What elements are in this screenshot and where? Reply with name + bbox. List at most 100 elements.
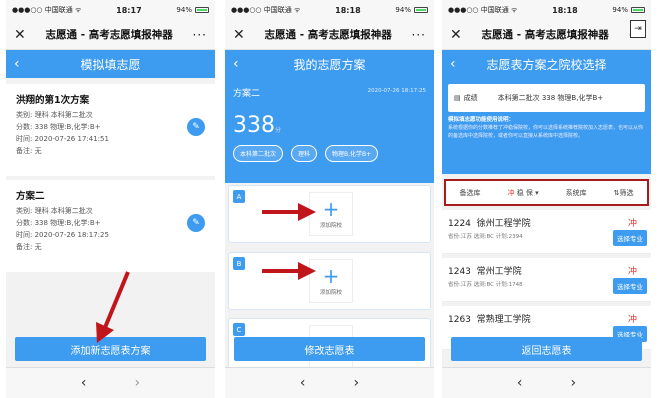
chevron-down-icon: ▾: [535, 188, 539, 197]
scheme-summary: 方案二 2020-07-26 18:17:25 338分 本科第二批次 理科 物…: [225, 78, 434, 183]
risk-filter[interactable]: 冲 稳 保 ▾: [507, 188, 538, 198]
app-title: 志愿通 - 高考志愿填报神器: [264, 29, 392, 41]
usage-note: 模拟填志愿功能使用说明： 系统根据你的分数推荐了冲稳保院校，你可以选择系统推荐院…: [448, 116, 645, 140]
filter-bar: 备选库 冲 稳 保 ▾ 系统库 ⇅筛选: [444, 179, 649, 206]
more-icon[interactable]: ···: [193, 28, 207, 42]
school-name: 1243 常州工学院: [448, 267, 522, 277]
phone-screen-plans: ●●●○○ 中国联通 ᯤ 18:17 94% ✕ 志愿通 - 高考志愿填报神器 …: [6, 0, 215, 398]
school-item: 1224 徐州工程学院 省份:江苏 选测:BC 计划:2394 冲 选择专业: [442, 210, 651, 254]
scheme-date: 2020-07-26 18:17:25: [367, 88, 426, 94]
risk-badge: 冲: [627, 315, 637, 325]
plan-card[interactable]: 方案二 类别: 理科 本科第二批次 分数: 338 物理:B,化学:B+ 时间:…: [6, 180, 215, 272]
back-icon[interactable]: ‹: [450, 56, 456, 72]
return-volunteer-table-button[interactable]: 返回志愿表: [451, 337, 642, 361]
add-plan-button[interactable]: 添加新志愿表方案: [15, 337, 206, 361]
close-icon[interactable]: ✕: [233, 27, 245, 43]
add-school-button[interactable]: + 添加院校: [309, 192, 353, 236]
browser-nav: ‹ ›: [225, 367, 434, 398]
batch-chip: 本科第二批次: [233, 145, 284, 162]
nav-forward-icon[interactable]: ›: [354, 375, 360, 391]
battery-percent: 94%: [395, 6, 411, 14]
note-text: 系统根据你的分数推荐了冲稳保院校，你可以选择系统推荐院校加入志愿表，也可以从你的…: [448, 125, 644, 139]
status-bar: ●●●○○ 中国联通 ᯤ 18:18 94%: [225, 0, 434, 20]
edit-volunteer-table-button[interactable]: 修改志愿表: [234, 337, 425, 361]
plus-icon: +: [322, 264, 340, 288]
subject-chip: 理科: [291, 145, 318, 162]
school-name: 1263 常熟理工学院: [448, 315, 531, 325]
select-major-button[interactable]: 选择专业: [613, 278, 647, 294]
page-title: 志愿表方案之院校选择: [486, 57, 607, 72]
nav-forward-icon[interactable]: ›: [135, 375, 141, 391]
battery-percent: 94%: [176, 6, 192, 14]
slot-tag: A: [233, 190, 245, 203]
add-school-button[interactable]: + 添加院校: [309, 259, 353, 303]
carrier-label: ●●●○○ 中国联通 ᯤ: [448, 6, 518, 14]
score-panel: ▤ 成绩 本科第二批次 338 物理B,化学B+ 模拟填志愿功能使用说明： 系统…: [442, 78, 651, 174]
add-school-label: 添加院校: [319, 290, 342, 296]
plan-time: 时间: 2020-07-26 17:41:51: [16, 135, 109, 143]
page-title: 模拟填志愿: [80, 57, 141, 72]
exit-icon[interactable]: ⇥: [630, 20, 646, 38]
page-title: 我的志愿方案: [293, 57, 366, 72]
select-major-button[interactable]: 选择专业: [613, 230, 647, 246]
page-header: ‹ 我的志愿方案: [225, 50, 434, 78]
doc-icon: ▤: [454, 94, 461, 102]
back-icon[interactable]: ‹: [233, 56, 239, 72]
volunteer-slot-b: B + 添加院校: [228, 252, 431, 310]
plan-note: 备注: 无: [16, 147, 42, 155]
phone-screen-school-select: ●●●○○ 中国联通 ᯤ 18:18 94% ✕ 志愿通 - 高考志愿填报神器 …: [442, 0, 651, 398]
plan-score: 分数: 338 物理:B,化学:B+: [16, 123, 101, 131]
browser-nav: ‹ ›: [442, 367, 651, 398]
close-icon[interactable]: ✕: [14, 27, 26, 43]
nav-back-icon[interactable]: ‹: [300, 375, 306, 391]
system-pool-tab[interactable]: 系统库: [566, 188, 587, 198]
risk-badge: 冲: [627, 267, 637, 277]
battery-icon: [413, 7, 428, 13]
scheme-score: 338分: [233, 113, 282, 138]
edit-icon[interactable]: ✎: [187, 214, 205, 232]
grades-chip: 物理B,化学B+: [325, 145, 379, 162]
nav-forward-icon[interactable]: ›: [571, 375, 577, 391]
status-bar: ●●●○○ 中国联通 ᯤ 18:17 94%: [6, 0, 215, 20]
carrier-label: ●●●○○ 中国联通 ᯤ: [12, 6, 82, 14]
nav-back-icon[interactable]: ‹: [81, 375, 87, 391]
page-header: ‹ 模拟填志愿: [6, 50, 215, 78]
note-title: 模拟填志愿功能使用说明：: [448, 117, 515, 123]
app-title: 志愿通 - 高考志愿填报神器: [45, 29, 173, 41]
plan-card[interactable]: 洪翔的第1次方案 类别: 理科 本科第二批次 分数: 338 物理:B,化学:B…: [6, 84, 215, 176]
plan-score: 分数: 338 物理:B,化学:B+: [16, 219, 101, 227]
score-label: 成绩: [463, 94, 478, 102]
more-icon[interactable]: ···: [412, 28, 426, 42]
add-school-label: 添加院校: [319, 223, 342, 229]
school-item: 1243 常州工学院 省份:江苏 选测:BC 计划:1748 冲 选择专业: [442, 258, 651, 302]
wechat-title-bar: ✕ 志愿通 - 高考志愿填报神器 ···: [6, 20, 215, 50]
plus-icon: +: [322, 197, 340, 221]
volunteer-slot-a: A + 添加院校: [228, 185, 431, 243]
plan-time: 时间: 2020-07-26 18:17:25: [16, 231, 109, 239]
clock: 18:18: [335, 5, 361, 15]
page-header: ‹ 志愿表方案之院校选择: [442, 50, 651, 78]
risk-badge: 冲: [627, 219, 637, 229]
school-name: 1224 徐州工程学院: [448, 219, 531, 229]
slot-tag: B: [233, 257, 245, 270]
phone-screen-scheme: ●●●○○ 中国联通 ᯤ 18:18 94% ✕ 志愿通 - 高考志愿填报神器 …: [225, 0, 434, 398]
score-unit: 分: [275, 127, 282, 134]
score-box: ▤ 成绩 本科第二批次 338 物理B,化学B+: [448, 84, 645, 112]
plan-note: 备注: 无: [16, 243, 42, 251]
carrier-label: ●●●○○ 中国联通 ᯤ: [231, 6, 301, 14]
back-icon[interactable]: ‹: [14, 56, 20, 72]
close-icon[interactable]: ✕: [450, 27, 462, 43]
status-bar: ●●●○○ 中国联通 ᯤ 18:18 94%: [442, 0, 651, 20]
clock: 18:18: [552, 5, 578, 15]
battery-icon: [194, 7, 209, 13]
edit-icon[interactable]: ✎: [187, 118, 205, 136]
browser-nav: ‹ ›: [6, 367, 215, 398]
app-title: 志愿通 - 高考志愿填报神器: [481, 29, 609, 41]
battery-percent: 94%: [612, 6, 628, 14]
nav-back-icon[interactable]: ‹: [517, 375, 523, 391]
screen-filter[interactable]: ⇅筛选: [614, 188, 634, 198]
plan-name: 洪翔的第1次方案: [16, 95, 90, 106]
backup-pool-tab[interactable]: 备选库: [459, 188, 480, 198]
battery-icon: [630, 7, 645, 13]
scheme-chips: 本科第二批次 理科 物理B,化学B+: [233, 145, 426, 162]
